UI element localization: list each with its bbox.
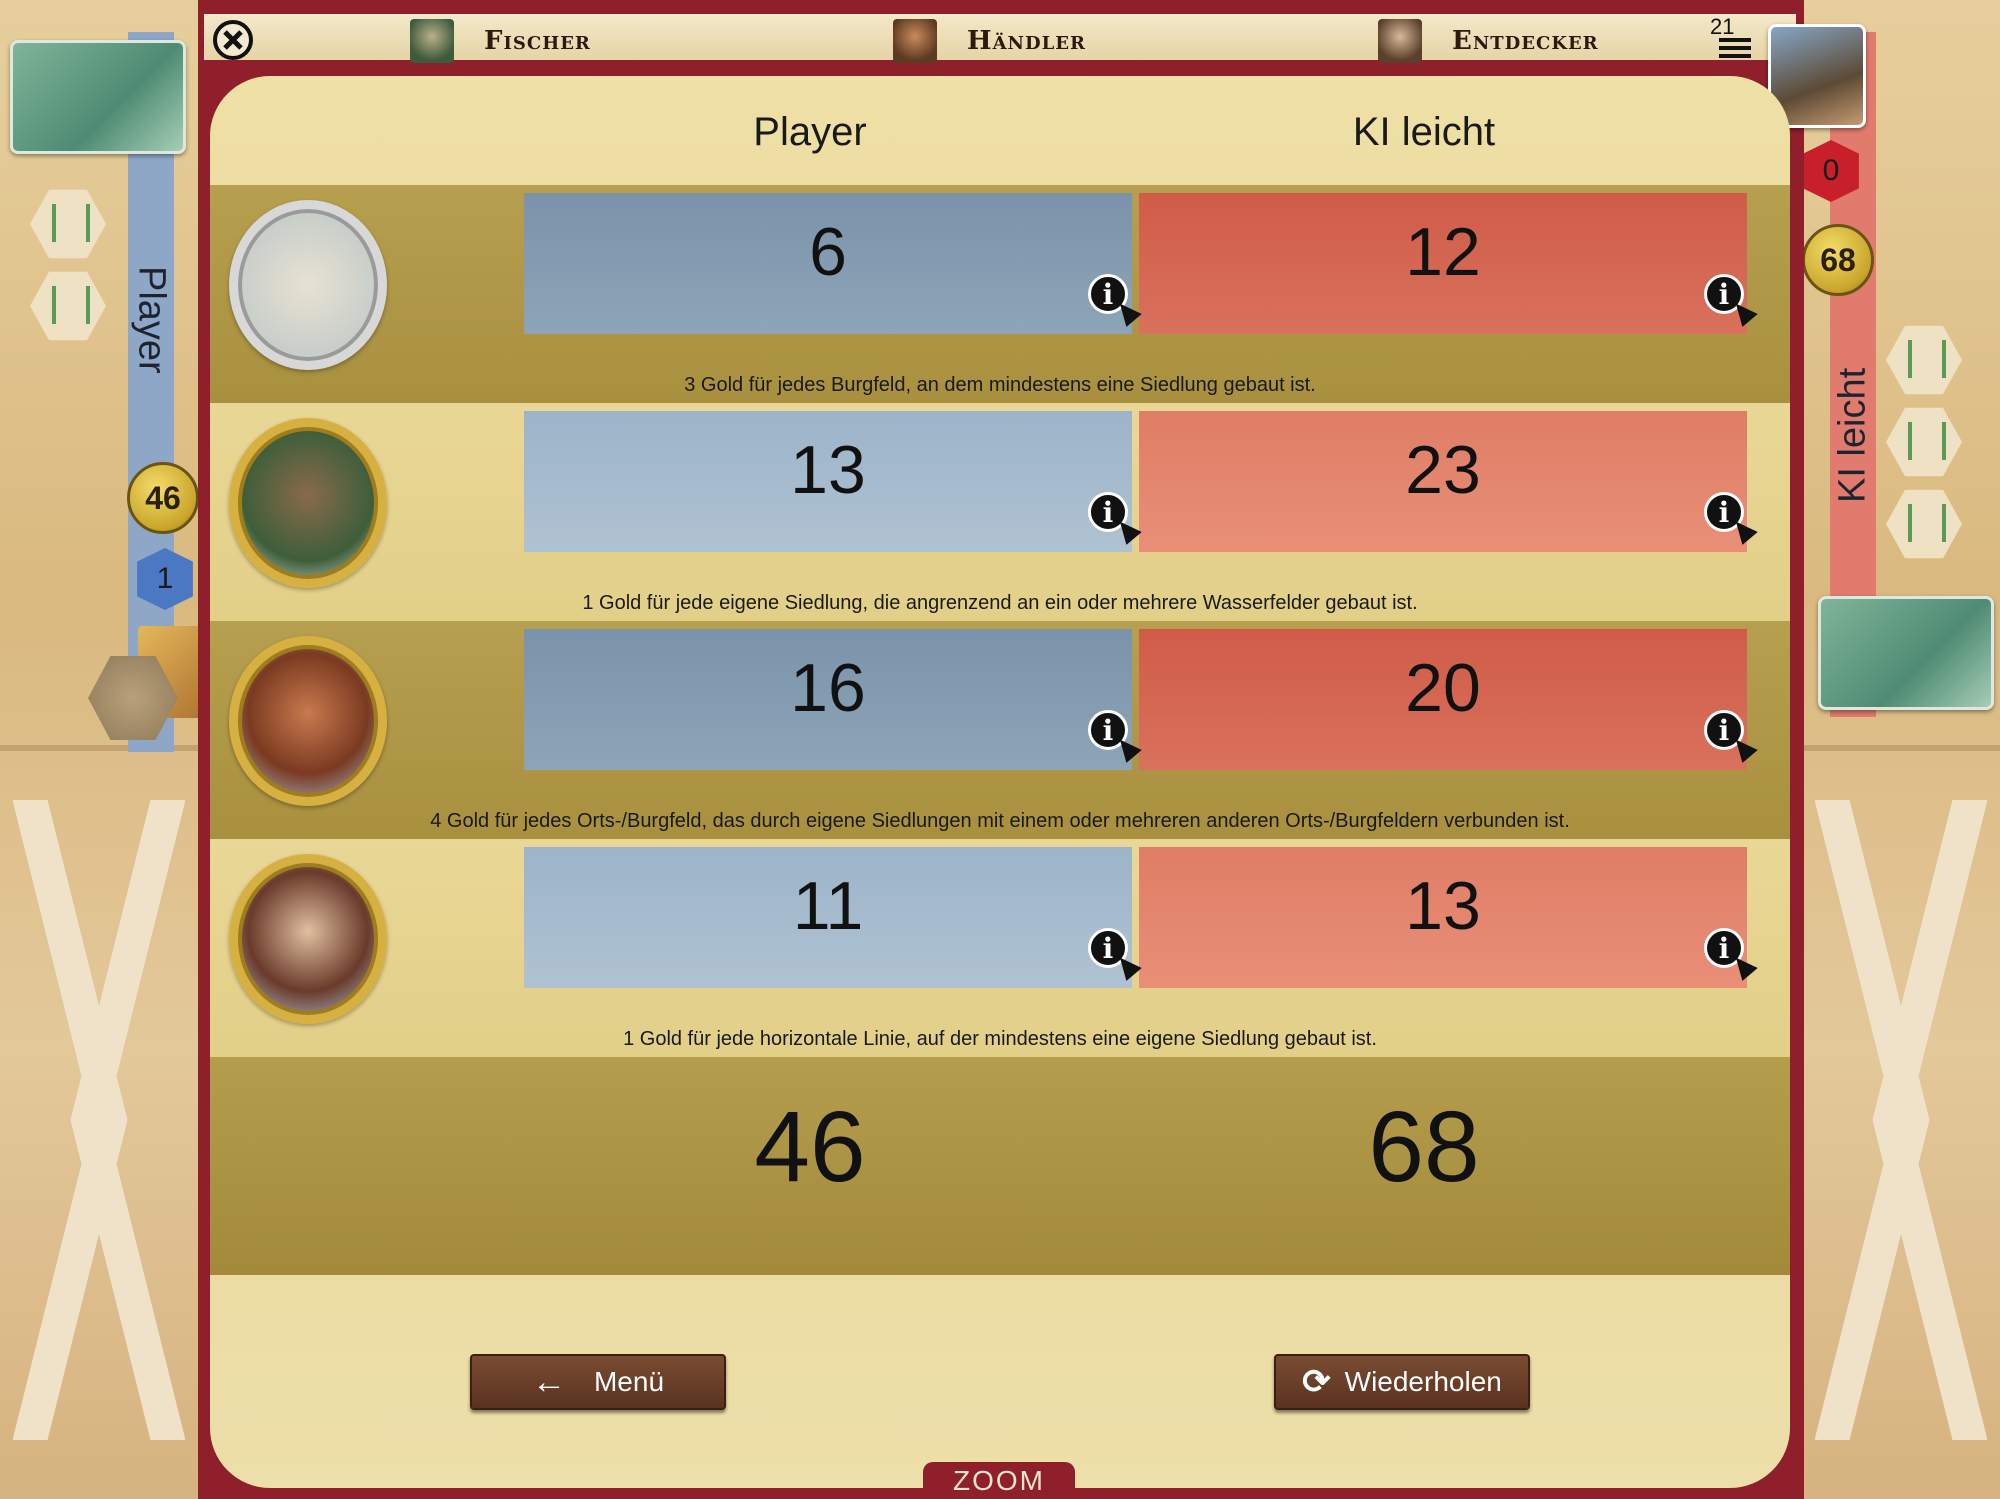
ai-score-fischer: 23 [1139,411,1747,552]
info-icon[interactable]: i [1088,928,1128,968]
ai-score-haendler: 20 [1139,629,1747,770]
ai-gold-coin: 68 [1802,224,1874,296]
row-description: 1 Gold für jede eigene Siedlung, die ang… [582,592,1418,614]
haendler-portrait-icon [893,19,937,63]
terrain-card[interactable] [10,40,186,154]
menu-button-label: Menü [593,1366,665,1397]
info-icon[interactable]: i [1704,492,1744,532]
role-entdecker: Entdecker [1378,18,1599,64]
info-icon[interactable]: i [1088,492,1128,532]
ai-score-castle: 12 [1139,193,1747,334]
haendler-medal-icon [218,626,398,816]
role-label: Entdecker [1452,26,1599,56]
hamburger-menu-icon[interactable] [1719,38,1751,58]
info-icon[interactable]: i [1704,928,1744,968]
terrain-card[interactable] [1818,596,1994,710]
player-score-haendler: 16 [524,629,1132,770]
retry-button-label: Wiederholen [1344,1366,1502,1397]
arrow-left-icon: ← [531,1362,566,1401]
retry-button[interactable]: ⟳ Wiederholen [1274,1354,1530,1410]
entdecker-medal-icon [218,844,398,1034]
info-icon[interactable]: i [1088,274,1128,314]
zoom-button[interactable]: ZOOM [923,1462,1075,1499]
column-header-ai: KI leicht [1352,110,1496,154]
close-icon [223,30,243,50]
role-label: Händler [967,26,1086,56]
row-description: 1 Gold für jede horizontale Linie, auf d… [623,1028,1377,1050]
player-score-fischer: 13 [524,411,1132,552]
ai-score-entdecker: 13 [1139,847,1747,988]
player-score-castle: 6 [524,193,1132,334]
info-icon[interactable]: i [1704,710,1744,750]
info-icon[interactable]: i [1088,710,1128,750]
role-label: Fischer [484,26,591,56]
menu-button[interactable]: ← Menü [470,1354,726,1410]
round-counter: 21 [1710,14,1735,39]
castle-icon [218,190,398,380]
fischer-medal-icon [218,408,398,598]
player-name: Player [130,266,173,374]
x-decoration [1815,800,1987,1440]
role-haendler: Händler [893,18,1086,64]
player-gold-coin: 46 [127,462,199,534]
row-description: 4 Gold für jedes Orts-/Burgfeld, das dur… [430,810,1570,832]
ai-total: 68 [1368,1091,1480,1203]
x-decoration [13,800,185,1440]
role-fischer: Fischer [410,18,591,64]
close-button[interactable] [213,20,253,60]
player-score-entdecker: 11 [524,847,1132,988]
fischer-portrait-icon [410,19,454,63]
player-total: 46 [754,1091,866,1203]
refresh-icon: ⟳ [1302,1363,1331,1401]
ai-name: KI leicht [1831,367,1874,503]
info-icon[interactable]: i [1704,274,1744,314]
entdecker-portrait-icon [1378,19,1422,63]
column-header-player: Player [753,110,867,154]
row-description: 3 Gold für jedes Burgfeld, an dem mindes… [684,374,1316,396]
